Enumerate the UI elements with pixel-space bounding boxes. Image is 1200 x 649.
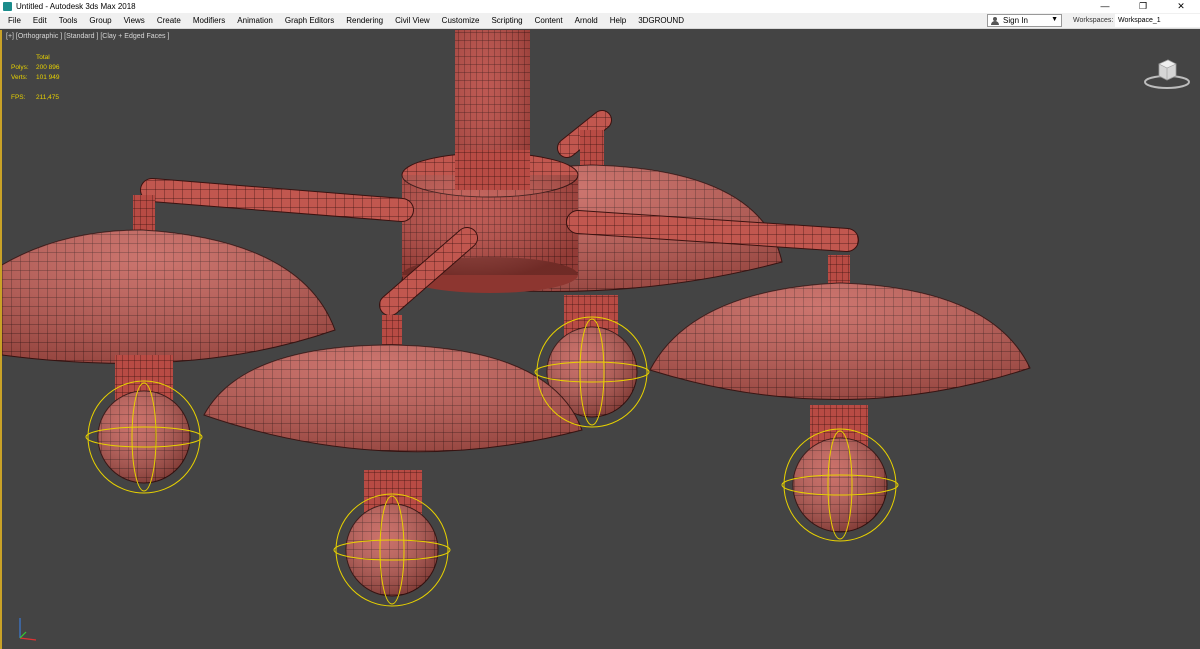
menu-animation[interactable]: Animation — [231, 13, 279, 29]
menu-edit[interactable]: Edit — [27, 13, 53, 29]
stats-header: Total — [36, 54, 50, 61]
menu-help[interactable]: Help — [604, 13, 632, 29]
stats-verts-row: Verts: 101 949 — [11, 73, 60, 83]
viewport-label-menu[interactable]: [+] [Orthographic ] [Standard ] [Clay + … — [6, 33, 169, 40]
workspace-select[interactable]: Workspace_1 — [1115, 14, 1200, 27]
viewport-statistics: Total Polys: 200 896 Verts: 101 949 FPS:… — [11, 53, 60, 103]
menu-3dground[interactable]: 3DGROUND — [632, 13, 690, 29]
window-title: Untitled - Autodesk 3ds Max 2018 — [16, 2, 136, 11]
user-icon — [991, 16, 999, 25]
stats-verts-label: Verts: — [11, 74, 28, 81]
workspaces-label: Workspaces: — [1073, 17, 1114, 24]
maximize-button[interactable]: ❐ — [1124, 0, 1162, 13]
stats-polys-value: 200 896 — [36, 64, 60, 71]
minimize-button[interactable]: — — [1086, 0, 1124, 13]
menu-create[interactable]: Create — [151, 13, 187, 29]
stats-polys-row: Polys: 200 896 — [11, 63, 60, 73]
menu-civil-view[interactable]: Civil View — [389, 13, 436, 29]
menu-customize[interactable]: Customize — [436, 13, 486, 29]
stats-fps-label: FPS: — [11, 94, 26, 101]
menu-tools[interactable]: Tools — [53, 13, 84, 29]
app-window: Untitled - Autodesk 3ds Max 2018 — ❐ ✕ F… — [0, 0, 1200, 649]
menu-bar: File Edit Tools Group Views Create Modif… — [0, 13, 1200, 29]
stats-fps-row: FPS: 211,475 — [11, 93, 60, 103]
sign-in-label: Sign In — [1003, 16, 1028, 25]
lamp-left[interactable] — [2, 229, 336, 484]
window-controls: — ❐ ✕ — [1086, 0, 1200, 13]
lamp-front[interactable] — [203, 344, 583, 597]
menu-arnold[interactable]: Arnold — [569, 13, 604, 29]
scene-render[interactable] — [2, 30, 1200, 649]
sign-in-dropdown[interactable]: Sign In ▼ — [987, 14, 1062, 27]
stats-fps-value: 211,475 — [36, 94, 60, 101]
stats-verts-value: 101 949 — [36, 74, 60, 81]
menu-file[interactable]: File — [0, 13, 27, 29]
menu-graph-editors[interactable]: Graph Editors — [279, 13, 340, 29]
axis-tripod-icon — [19, 618, 37, 641]
viewcube-icon[interactable] — [1142, 54, 1192, 90]
close-button[interactable]: ✕ — [1162, 0, 1200, 13]
menu-modifiers[interactable]: Modifiers — [187, 13, 231, 29]
menu-views[interactable]: Views — [118, 13, 151, 29]
chevron-down-icon: ▼ — [1051, 16, 1058, 23]
menu-scripting[interactable]: Scripting — [485, 13, 528, 29]
title-bar: Untitled - Autodesk 3ds Max 2018 — ❐ ✕ — [0, 0, 1200, 13]
menu-content[interactable]: Content — [529, 13, 569, 29]
stats-polys-label: Polys: — [11, 64, 29, 71]
menu-rendering[interactable]: Rendering — [340, 13, 389, 29]
3dsmax-app-icon — [3, 2, 12, 11]
menu-group[interactable]: Group — [83, 13, 117, 29]
perspective-viewport[interactable]: [+] [Orthographic ] [Standard ] [Clay + … — [0, 30, 1200, 649]
